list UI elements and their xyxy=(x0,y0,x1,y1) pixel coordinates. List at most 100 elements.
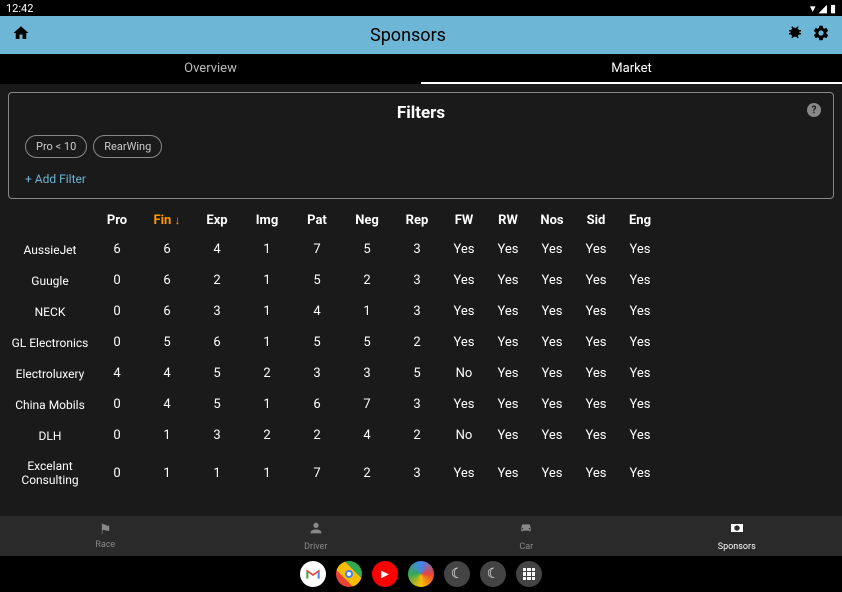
filters-title: Filters xyxy=(21,103,821,123)
add-filter-button[interactable]: + Add Filter xyxy=(21,172,821,186)
cell: 0 xyxy=(92,428,142,443)
header-exp[interactable]: Exp xyxy=(192,213,242,228)
system-nav: ▶ ☾ ☾ xyxy=(0,556,842,592)
header-pat[interactable]: Pat xyxy=(292,213,342,228)
cell: Yes xyxy=(574,304,618,319)
cell: 0 xyxy=(92,304,142,319)
cell: 0 xyxy=(92,466,142,481)
header-img[interactable]: Img xyxy=(242,213,292,228)
cell: 1 xyxy=(242,273,292,288)
cell: 2 xyxy=(242,366,292,381)
cell: Yes xyxy=(574,273,618,288)
gmail-icon[interactable] xyxy=(300,561,326,587)
nav-sponsors[interactable]: Sponsors xyxy=(632,516,842,556)
app-icon[interactable]: ☾ xyxy=(480,561,506,587)
table-row[interactable]: Electroluxery4452335NoYesYesYesYes xyxy=(8,358,834,389)
person-icon xyxy=(308,520,324,540)
battery-icon: ▮ xyxy=(830,2,836,15)
cell: Yes xyxy=(574,335,618,350)
cell: 3 xyxy=(192,304,242,319)
cell: Yes xyxy=(618,397,662,412)
chrome-icon[interactable] xyxy=(336,561,362,587)
cell: Yes xyxy=(486,397,530,412)
table-row[interactable]: NECK0631413YesYesYesYesYes xyxy=(8,296,834,327)
cell: Yes xyxy=(486,304,530,319)
header-rep[interactable]: Rep xyxy=(392,213,442,228)
header-fin[interactable]: Fin ↓ xyxy=(142,213,192,228)
header-pro[interactable]: Pro xyxy=(92,213,142,228)
cell: 0 xyxy=(92,335,142,350)
cell: 4 xyxy=(342,428,392,443)
cell: Yes xyxy=(618,273,662,288)
tab-overview[interactable]: Overview xyxy=(0,54,421,84)
wifi-icon: ▾ xyxy=(810,2,816,15)
apps-icon[interactable] xyxy=(516,561,542,587)
youtube-icon[interactable]: ▶ xyxy=(372,561,398,587)
cell: 1 xyxy=(242,466,292,481)
table-row[interactable]: GL Electronics0561552YesYesYesYesYes xyxy=(8,327,834,358)
flag-icon: ⚑ xyxy=(99,522,112,538)
bottom-nav: ⚑ Race Driver Car Sponsors xyxy=(0,516,842,556)
cell: 3 xyxy=(342,366,392,381)
cell: Yes xyxy=(442,304,486,319)
cell: 5 xyxy=(292,335,342,350)
cell: 4 xyxy=(142,397,192,412)
header-sid[interactable]: Sid xyxy=(574,213,618,228)
gear-icon[interactable] xyxy=(812,24,830,46)
photos-icon[interactable] xyxy=(408,561,434,587)
header-neg[interactable]: Neg xyxy=(342,213,392,228)
table-row[interactable]: AussieJet6641753YesYesYesYesYes xyxy=(8,234,834,265)
tab-market[interactable]: Market xyxy=(421,54,842,84)
cell: 1 xyxy=(342,304,392,319)
cell: 4 xyxy=(142,366,192,381)
cell: Yes xyxy=(486,366,530,381)
content: Filters ? Pro < 10 RearWing + Add Filter… xyxy=(0,84,842,548)
nav-race[interactable]: ⚑ Race xyxy=(0,516,211,556)
sponsor-name: Electroluxery xyxy=(8,367,92,381)
cell: 4 xyxy=(192,242,242,257)
cell: Yes xyxy=(442,397,486,412)
cell: Yes xyxy=(442,466,486,481)
table-row[interactable]: Guugle0621523YesYesYesYesYes xyxy=(8,265,834,296)
header-rw[interactable]: RW xyxy=(486,213,530,228)
cell: 2 xyxy=(342,466,392,481)
cell: 3 xyxy=(192,428,242,443)
header-nos[interactable]: Nos xyxy=(530,213,574,228)
cell: Yes xyxy=(442,273,486,288)
header-fw[interactable]: FW xyxy=(442,213,486,228)
filters-panel: Filters ? Pro < 10 RearWing + Add Filter xyxy=(8,92,834,199)
cell: Yes xyxy=(530,428,574,443)
cell: Yes xyxy=(574,397,618,412)
cell: 7 xyxy=(292,466,342,481)
bug-icon[interactable] xyxy=(786,24,804,46)
status-time: 12:42 xyxy=(6,2,33,15)
help-icon[interactable]: ? xyxy=(807,103,821,117)
cell: 3 xyxy=(392,273,442,288)
app-icon[interactable]: ☾ xyxy=(444,561,470,587)
table-row[interactable]: China Mobils0451673YesYesYesYesYes xyxy=(8,389,834,420)
cell: Yes xyxy=(486,428,530,443)
filter-chip[interactable]: Pro < 10 xyxy=(25,135,87,158)
cell: Yes xyxy=(618,242,662,257)
cell: Yes xyxy=(530,466,574,481)
table-row[interactable]: DLH0132242NoYesYesYesYes xyxy=(8,420,834,451)
page-title: Sponsors xyxy=(30,25,786,46)
cell: 1 xyxy=(242,242,292,257)
cell: Yes xyxy=(486,335,530,350)
cell: 5 xyxy=(192,397,242,412)
cell: 3 xyxy=(392,242,442,257)
cell: No xyxy=(442,428,486,443)
cell: Yes xyxy=(530,366,574,381)
cell: Yes xyxy=(618,366,662,381)
sponsors-table: Pro Fin ↓ Exp Img Pat Neg Rep FW RW Nos … xyxy=(8,207,834,495)
header-eng[interactable]: Eng xyxy=(618,213,662,228)
table-row[interactable]: Excelant Consulting0111723YesYesYesYesYe… xyxy=(8,451,834,495)
cell: 5 xyxy=(142,335,192,350)
cell: 2 xyxy=(292,428,342,443)
home-icon[interactable] xyxy=(12,24,30,46)
cell: 1 xyxy=(242,397,292,412)
nav-car[interactable]: Car xyxy=(421,516,632,556)
filter-chip[interactable]: RearWing xyxy=(93,135,162,158)
nav-driver[interactable]: Driver xyxy=(211,516,422,556)
banknote-icon xyxy=(729,520,745,540)
